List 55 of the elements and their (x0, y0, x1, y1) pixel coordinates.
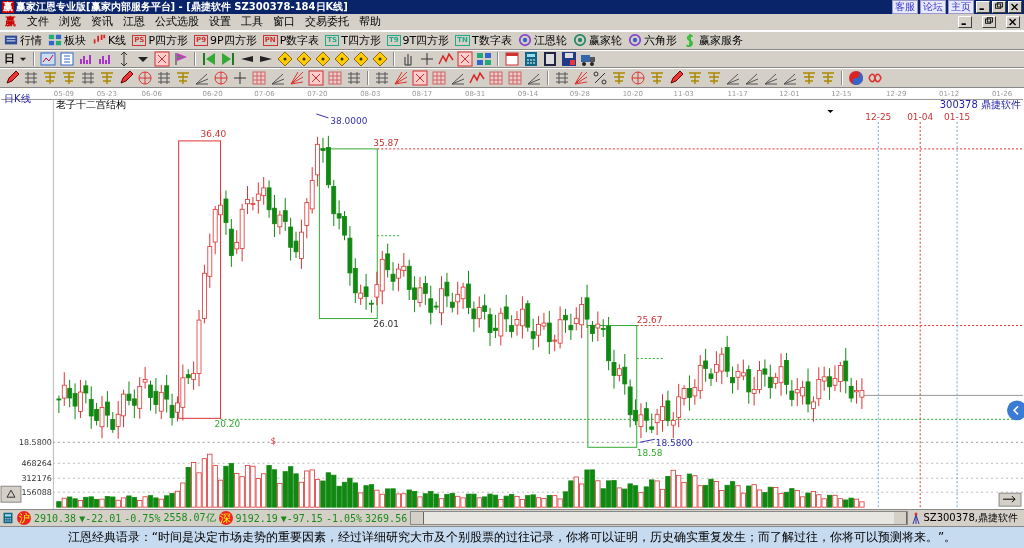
menu-logo: 赢 (4, 16, 17, 28)
status-stock: SZ300378,鼎捷软件 (923, 511, 1018, 526)
axis-label: 468264 (21, 459, 52, 469)
index-amount: 2558.07亿 (163, 511, 216, 526)
menu-item[interactable]: 文件 (27, 14, 49, 30)
index-badge: 深 (218, 511, 233, 526)
toolbar-button[interactable]: 六角形 (627, 32, 677, 48)
menu-item[interactable]: 工具 (241, 14, 263, 30)
toolbar-button[interactable]: K线 (92, 32, 127, 48)
axis-label: 312176 (21, 474, 52, 484)
price-label: 18.5800 (655, 438, 693, 449)
toolbar-button[interactable]: 江恩轮 (517, 32, 567, 48)
toolbar-button[interactable]: 行情 (4, 32, 42, 48)
date-mark: 12-25 (865, 111, 892, 122)
menu-item[interactable]: 交易委托 (305, 14, 349, 30)
header-link[interactable]: 论坛 (920, 0, 946, 14)
quote-text: 江恩经典语录：“时间是决定市场走势的重要因素，经过详细研究大市及个别股票的过往记录，你将可以证明，历史确实重复发生；而了解过往，你将可以预测将来。”。 (67, 529, 957, 546)
index-change: ▼-22.01 (79, 512, 122, 524)
price-label: 36.40 (200, 128, 227, 139)
index-value: 2910.38 (34, 512, 77, 524)
chart-period: 日K线 (4, 92, 31, 104)
menu-item[interactable]: 资讯 (91, 14, 113, 30)
price-label: 20.20 (214, 419, 241, 430)
price-label: 25.67 (636, 314, 663, 325)
axis-label: 18.5800 (18, 438, 52, 448)
price-label: 35.87 (373, 137, 399, 148)
chart-title: 老子十二宫结构 (55, 98, 126, 110)
price-label: 26.01 (373, 318, 399, 329)
index-amount: 3269.56 (365, 512, 408, 524)
header-link[interactable]: 客服 (892, 0, 918, 14)
menu-item[interactable]: 浏览 (59, 14, 81, 30)
index-percent: -1.05% (325, 512, 363, 524)
index-badge: 沪 (17, 511, 31, 526)
header-link[interactable]: 主页 (948, 0, 974, 14)
index-value: 9192.19 (235, 512, 278, 524)
index-change: ▼-97.15 (280, 512, 323, 524)
toolbar-button[interactable]: 赢家服务 (682, 32, 743, 48)
period-dropdown[interactable]: 日 (4, 51, 15, 67)
menu-item[interactable]: 公式选股 (155, 14, 199, 30)
price-label: 38.0000 (330, 115, 368, 126)
app-logo: 赢 (2, 1, 14, 13)
axis-label: 156088 (21, 488, 52, 498)
price-label: 18.58 (636, 448, 663, 459)
date-mark: 01-15 (944, 111, 971, 122)
window-title: 赢家江恩专业版[赢家内部服务平台] - [鼎捷软件 SZ300378-184日K线] (16, 0, 349, 14)
date-mark: 01-04 (907, 111, 934, 122)
toolbar-button[interactable]: 板块 (48, 32, 86, 48)
index-percent: -0.75% (124, 512, 161, 524)
toolbar-button[interactable]: 赢家轮 (572, 32, 622, 48)
menu-item[interactable]: 窗口 (273, 14, 295, 30)
menu-item[interactable]: 帮助 (359, 14, 381, 30)
dollar-marker: $ (270, 436, 277, 447)
menu-item[interactable]: 江恩 (123, 14, 145, 30)
menu-item[interactable]: 设置 (209, 14, 231, 30)
stock-name: 300378 鼎捷软件 (939, 98, 1021, 110)
